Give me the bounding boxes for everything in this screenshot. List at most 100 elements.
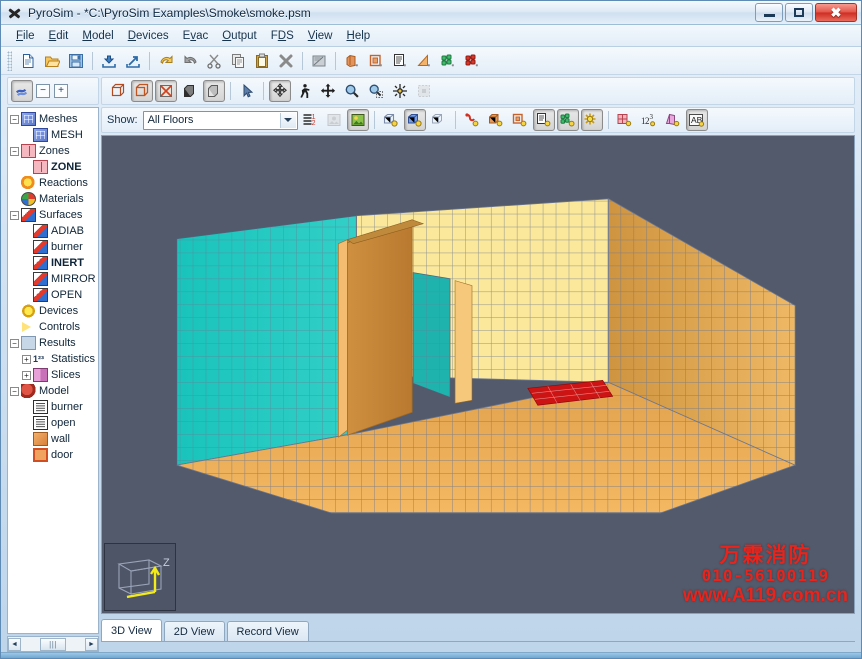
menu-output[interactable]: Output [215,27,264,45]
tree-item-mirror[interactable]: MIRROR [10,271,98,287]
toggle-tree-icon[interactable] [11,80,33,102]
pan-tool-icon[interactable] [317,80,339,102]
tree-item-open[interactable]: open [10,415,98,431]
tree-item-open[interactable]: OPEN [10,287,98,303]
scroll-right-button[interactable]: ► [85,637,98,651]
menu-view[interactable]: View [301,27,340,45]
chevron-down-icon[interactable] [279,112,296,128]
zoom-tool-icon[interactable] [341,80,363,102]
textured-view-icon[interactable] [155,80,177,102]
tree-item-slices[interactable]: + Slices [10,367,98,383]
tree-item-model[interactable]: − Model [10,383,98,399]
menu-model[interactable]: Model [75,27,120,45]
tree-item-controls[interactable]: Controls [10,319,98,335]
tree-item-adiab[interactable]: ADIAB [10,223,98,239]
3d-viewport[interactable]: Z 万霖消防 010-56100119 www.A119.com.cn [101,135,855,614]
3d-scene[interactable] [102,136,854,518]
new-vent-icon[interactable] [389,50,411,72]
solid-view-icon[interactable] [203,80,225,102]
menu-devices[interactable]: Devices [121,27,176,45]
tree-expander[interactable]: − [10,146,19,156]
tree-item-meshes[interactable]: − Meshes [10,111,98,127]
model-tree-panel[interactable]: − Meshes MESH − Zones ZONE Reactions Materials −… [7,107,99,634]
maximize-button[interactable] [785,3,813,22]
tree-expander[interactable]: + [22,370,31,380]
menu-fds[interactable]: FDS [264,27,301,45]
tree-item-door[interactable]: door [10,447,98,463]
show-particles-icon[interactable] [556,109,579,131]
menu-help[interactable]: Help [340,27,378,45]
tree-item-zones[interactable]: − Zones [10,143,98,159]
collapse-all-icon[interactable]: − [36,84,50,98]
tree-item-reactions[interactable]: Reactions [10,175,98,191]
tree-item-burner[interactable]: burner [10,399,98,415]
properties-icon[interactable] [308,50,330,72]
tree-item-results[interactable]: − Results [10,335,98,351]
tab-3d-view[interactable]: 3D View [101,619,162,641]
tree-item-zone[interactable]: ZONE [10,159,98,175]
menu-edit[interactable]: Edit [42,27,76,45]
new-obstruction-icon[interactable] [341,50,363,72]
show-mesh-outline-icon[interactable] [428,109,450,131]
center-view-icon[interactable] [389,80,411,102]
show-zones-icon[interactable] [614,109,636,131]
scroll-thumb[interactable]: ||| [40,637,66,651]
copy-icon[interactable] [227,50,249,72]
tree-item-burner[interactable]: burner [10,239,98,255]
new-hole-icon[interactable] [365,50,387,72]
delete-icon[interactable] [275,50,297,72]
wireframe-view-icon[interactable] [107,80,129,102]
tree-item-mesh[interactable]: MESH [10,127,98,143]
paste-icon[interactable] [251,50,273,72]
show-image-icon[interactable] [346,109,369,131]
tree-expander[interactable]: − [10,210,19,220]
tree-expander[interactable]: + [22,354,31,364]
background-image-icon[interactable] [323,109,345,131]
scroll-left-button[interactable]: ◄ [8,637,21,651]
tree-item-inert[interactable]: INERT [10,255,98,271]
outline-view-icon[interactable] [131,80,153,102]
orbit-tool-icon[interactable] [269,80,291,102]
show-mesh-icon[interactable] [380,109,402,131]
save-file-icon[interactable] [65,50,87,72]
tree-item-wall[interactable]: wall [10,431,98,447]
tree-horizontal-scrollbar[interactable]: ◄ ||| ► [7,636,99,652]
new-particles-icon[interactable] [437,50,459,72]
show-hole-icon[interactable] [509,109,531,131]
tree-item-statistics[interactable]: +1²³ Statistics [10,351,98,367]
new-reaction-icon[interactable] [461,50,483,72]
import-icon[interactable] [98,50,120,72]
solid-dark-view-icon[interactable] [179,80,201,102]
new-file-icon[interactable] [17,50,39,72]
cut-icon[interactable] [203,50,225,72]
show-statistics-icon[interactable]: 123 [638,109,660,131]
show-slices-icon[interactable] [662,109,684,131]
new-slice-icon[interactable] [413,50,435,72]
reset-view-icon[interactable] [413,80,435,102]
show-obstruction-icon[interactable] [485,109,507,131]
tree-expander[interactable]: − [10,386,19,396]
walk-tool-icon[interactable] [293,80,315,102]
undo-icon[interactable] [155,50,177,72]
show-labels-icon[interactable]: AB [685,109,708,131]
toolbar-grip[interactable] [7,50,12,71]
show-mesh-blue-icon[interactable] [403,109,426,131]
tree-expander[interactable]: − [10,338,19,348]
tab-record-view[interactable]: Record View [226,621,309,641]
export-icon[interactable] [122,50,144,72]
tree-item-devices[interactable]: Devices [10,303,98,319]
floor-list-icon[interactable]: 12 [299,109,321,131]
show-reaction-icon[interactable] [461,109,483,131]
expand-all-icon[interactable]: + [54,84,68,98]
show-vent-icon[interactable] [532,109,555,131]
show-devices-icon[interactable] [580,109,603,131]
menu-evac[interactable]: Evac [176,27,216,45]
tab-2d-view[interactable]: 2D View [163,621,225,641]
tree-expander[interactable]: − [10,114,19,124]
select-tool-icon[interactable] [236,80,258,102]
close-button[interactable]: ✖ [815,3,857,22]
menu-file[interactable]: File [9,27,42,45]
tree-item-materials[interactable]: Materials [10,191,98,207]
minimize-button[interactable] [755,3,783,22]
tree-item-surfaces[interactable]: − Surfaces [10,207,98,223]
